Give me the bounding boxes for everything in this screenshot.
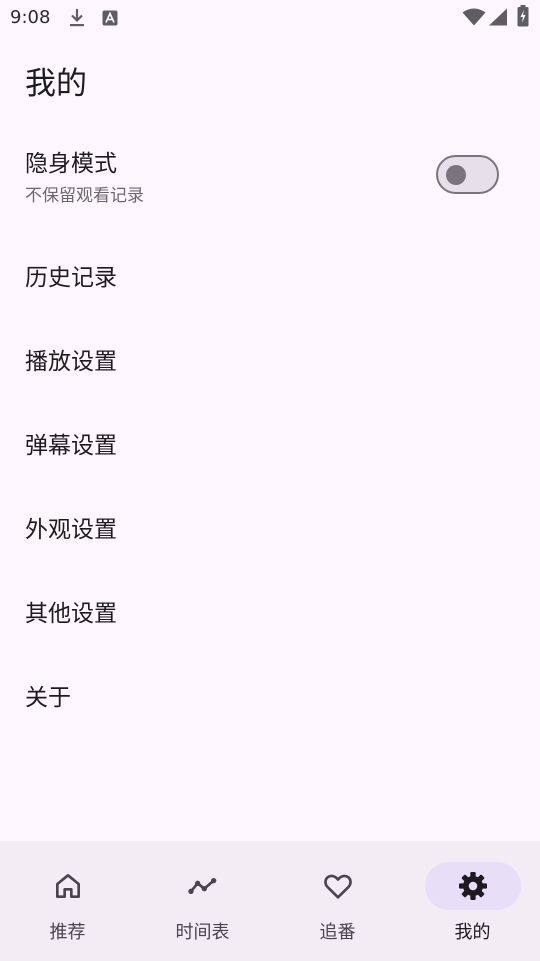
nav-tab-following[interactable]: 追番 bbox=[270, 841, 405, 961]
menu-item-about[interactable]: 关于 bbox=[0, 658, 540, 728]
menu-item-appearance-settings[interactable]: 外观设置 bbox=[0, 490, 540, 560]
heart-icon bbox=[324, 874, 352, 899]
menu-item-other-settings[interactable]: 其他设置 bbox=[0, 574, 540, 644]
incognito-mode-toggle[interactable] bbox=[436, 155, 499, 194]
menu-item-history[interactable]: 历史记录 bbox=[0, 238, 540, 308]
settings-screen: 9:08 我的 隐身模式 不保留观看记录 历史记录 播放设置 弹幕设置 外观设置… bbox=[0, 0, 540, 961]
battery-charging-icon bbox=[517, 5, 529, 27]
nav-tab-schedule[interactable]: 时间表 bbox=[135, 841, 270, 961]
menu-item-playback-settings[interactable]: 播放设置 bbox=[0, 322, 540, 392]
gear-icon bbox=[459, 872, 487, 900]
menu-item-label: 弹幕设置 bbox=[25, 433, 117, 459]
bottom-navigation-bar: 推荐 时间表 追番 我的 bbox=[0, 841, 540, 961]
home-icon bbox=[56, 874, 80, 898]
incognito-mode-title: 隐身模式 bbox=[25, 151, 117, 177]
menu-item-label: 播放设置 bbox=[25, 349, 117, 375]
menu-item-danmaku-settings[interactable]: 弹幕设置 bbox=[0, 406, 540, 476]
menu-item-label: 关于 bbox=[25, 685, 71, 711]
download-icon bbox=[70, 9, 84, 27]
signal-icon bbox=[489, 8, 507, 26]
wifi-icon bbox=[462, 8, 486, 26]
nav-tab-mine[interactable]: 我的 bbox=[405, 841, 540, 961]
menu-item-label: 历史记录 bbox=[25, 265, 117, 291]
nav-tab-label: 我的 bbox=[454, 922, 491, 943]
a-notification-icon bbox=[102, 10, 118, 26]
nav-tab-label: 推荐 bbox=[49, 922, 86, 943]
incognito-mode-row[interactable]: 隐身模式 不保留观看记录 bbox=[0, 132, 540, 216]
status-time: 9:08 bbox=[10, 7, 51, 28]
menu-item-label: 外观设置 bbox=[25, 517, 117, 543]
page-title: 我的 bbox=[25, 66, 87, 102]
menu-item-label: 其他设置 bbox=[25, 601, 117, 627]
status-bar: 9:08 bbox=[0, 0, 540, 38]
nav-tab-label: 追番 bbox=[319, 922, 356, 943]
incognito-mode-subtitle: 不保留观看记录 bbox=[25, 186, 144, 206]
toggle-knob bbox=[446, 165, 466, 185]
nav-tab-label: 时间表 bbox=[175, 922, 230, 943]
nav-tab-recommend[interactable]: 推荐 bbox=[0, 841, 135, 961]
timeline-icon bbox=[188, 878, 217, 894]
